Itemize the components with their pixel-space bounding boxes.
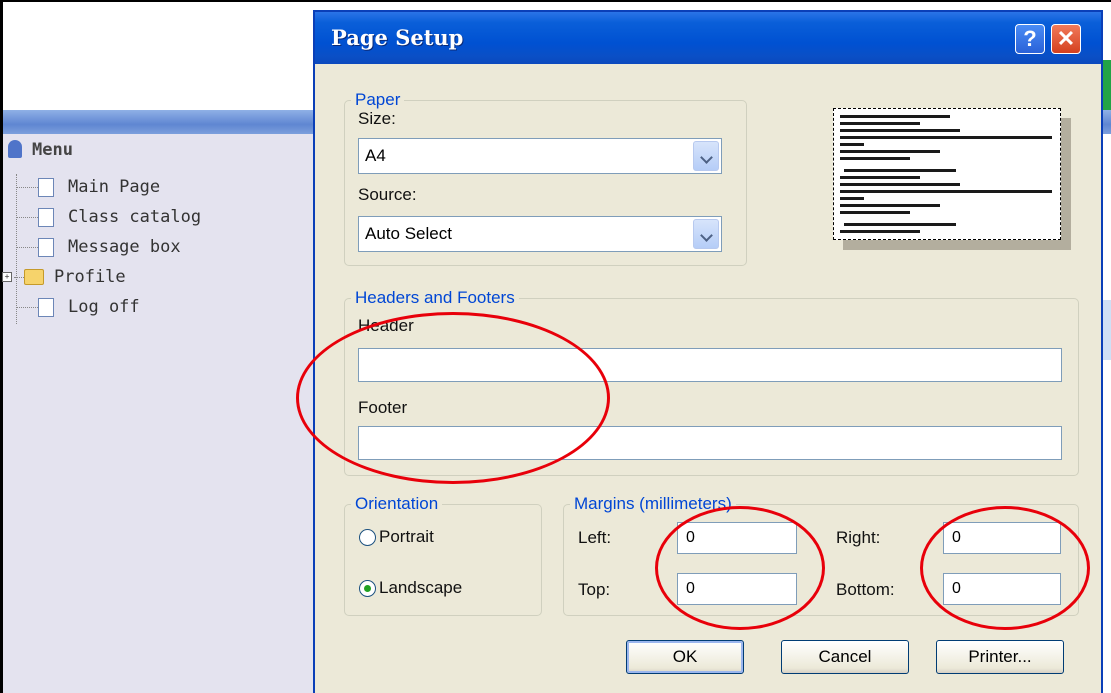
landscape-label[interactable]: Landscape [379, 578, 462, 598]
portrait-radio[interactable] [359, 529, 376, 546]
window-top-border [0, 0, 1111, 2]
annotation-ellipse-left-top [655, 506, 825, 630]
size-select[interactable]: A4 [358, 138, 722, 174]
menu-title: Menu [8, 140, 73, 160]
document-icon [38, 237, 54, 257]
document-icon [38, 177, 54, 197]
chevron-down-icon[interactable] [693, 141, 719, 171]
expand-icon[interactable]: + [2, 272, 12, 282]
landscape-radio[interactable] [359, 580, 376, 597]
left-margin-label: Left: [578, 528, 612, 547]
source-select[interactable]: Auto Select [358, 216, 722, 252]
annotation-ellipse-headers [296, 312, 610, 484]
menu-item-profile[interactable]: + Profile [2, 266, 126, 288]
source-value: Auto Select [365, 224, 452, 243]
chevron-down-icon[interactable] [693, 219, 719, 249]
document-icon [38, 297, 54, 317]
user-icon [8, 140, 22, 158]
orientation-legend: Orientation [355, 494, 439, 513]
ok-button[interactable]: OK [626, 640, 744, 674]
portrait-label[interactable]: Portrait [379, 527, 434, 547]
right-margin-label: Right: [836, 528, 881, 547]
menu-item-main-page[interactable]: Main Page [16, 176, 160, 198]
dialog-titlebar[interactable]: Page Setup ? ✕ [315, 12, 1101, 64]
dialog-title: Page Setup [331, 25, 464, 50]
menu-item-message-box[interactable]: Message box [16, 236, 181, 258]
folder-icon [24, 269, 44, 285]
annotation-ellipse-right-bottom [920, 506, 1090, 630]
source-label: Source: [358, 185, 417, 204]
page-preview [833, 108, 1061, 240]
menu-item-class-catalog[interactable]: Class catalog [16, 206, 201, 228]
document-icon [38, 207, 54, 227]
bottom-margin-label: Bottom: [836, 580, 895, 599]
close-button[interactable]: ✕ [1051, 24, 1081, 54]
menu-item-log-off[interactable]: Log off [16, 296, 140, 318]
printer-button[interactable]: Printer... [936, 640, 1064, 674]
paper-legend: Paper [355, 90, 401, 109]
size-value: A4 [365, 146, 386, 165]
size-label: Size: [358, 109, 396, 128]
cancel-button[interactable]: Cancel [781, 640, 909, 674]
headers-footers-legend: Headers and Footers [355, 288, 515, 307]
top-margin-label: Top: [578, 580, 611, 599]
help-button[interactable]: ? [1015, 24, 1045, 54]
